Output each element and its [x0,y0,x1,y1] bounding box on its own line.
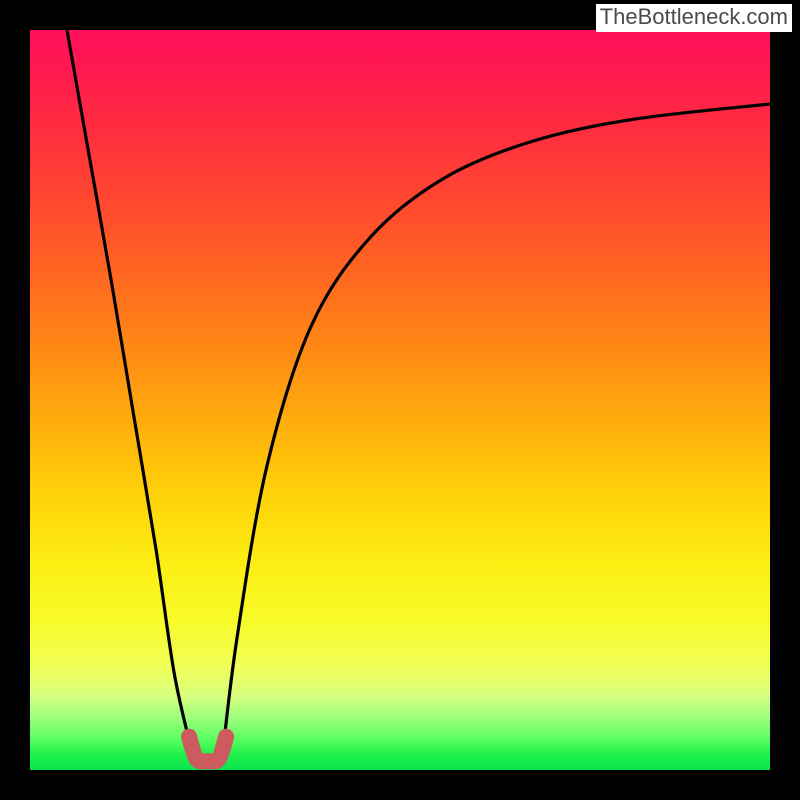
chart-container: TheBottleneck.com [0,0,800,800]
watermark-text: TheBottleneck.com [596,4,792,32]
plot-area [30,30,770,770]
left-branch-curve [67,30,193,755]
minimum-marker [189,737,226,762]
right-branch-curve [222,104,770,755]
curve-layer [30,30,770,770]
